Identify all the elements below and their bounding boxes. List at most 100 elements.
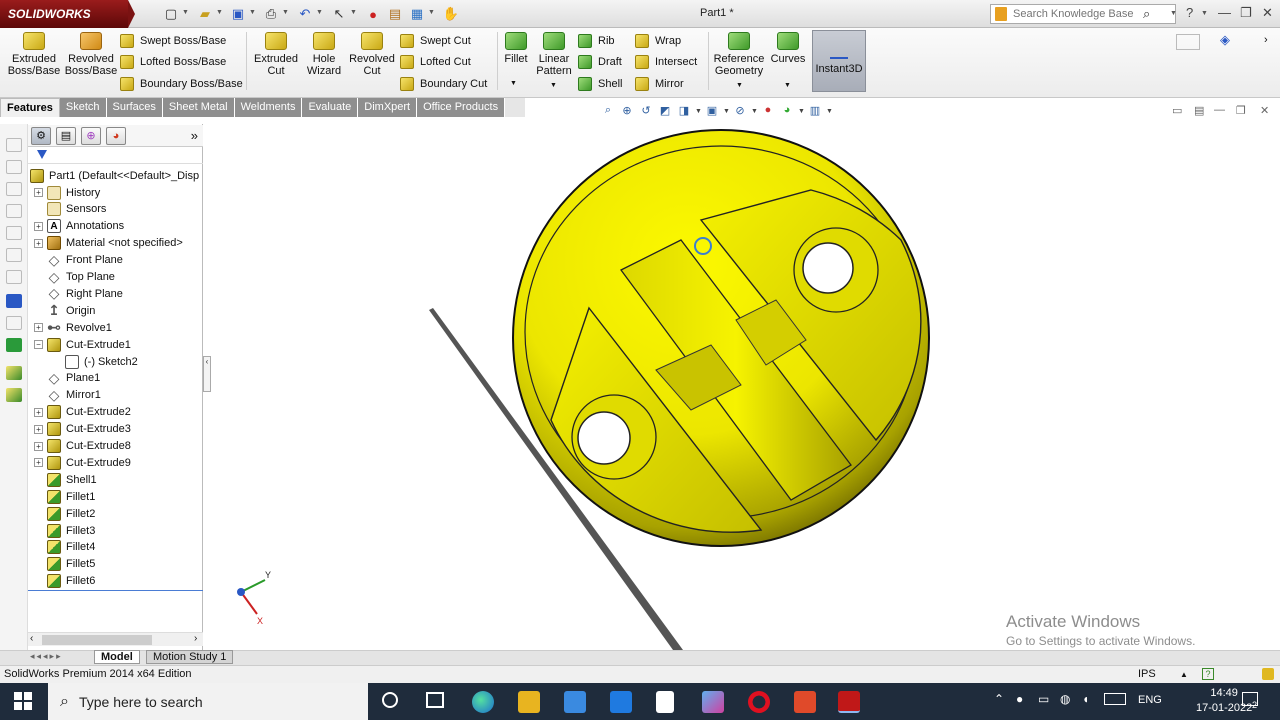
recorder-app-icon[interactable] bbox=[794, 691, 816, 713]
app-icon[interactable] bbox=[702, 691, 724, 713]
tree-item-annotations[interactable]: + A Annotations bbox=[34, 218, 124, 235]
expand-icon[interactable]: + bbox=[34, 323, 43, 333]
tab-sketch[interactable]: Sketch bbox=[59, 98, 107, 117]
tree-item-sensors[interactable]: Sensors bbox=[34, 201, 106, 218]
microsoft-store-icon[interactable] bbox=[564, 691, 586, 713]
hide-show-items-icon[interactable]: ⊘ bbox=[732, 104, 748, 118]
collapse-icon[interactable]: − bbox=[34, 340, 43, 350]
select-cursor-icon[interactable]: ↖ bbox=[330, 5, 348, 23]
chevron-down-icon[interactable]: ▼ bbox=[1170, 10, 1177, 17]
taskbar-search[interactable]: ⌕ Type here to search bbox=[48, 683, 368, 720]
chevron-down-icon[interactable]: ▼ bbox=[784, 82, 791, 89]
scroll-left-icon[interactable]: ‹ bbox=[30, 633, 33, 644]
draft-button[interactable]: Draft bbox=[578, 53, 622, 71]
tab-surfaces[interactable]: Surfaces bbox=[106, 98, 163, 117]
tile-horizontal-icon[interactable]: ▭ bbox=[1172, 104, 1182, 117]
swept-boss-button[interactable]: Swept Boss/Base bbox=[120, 32, 226, 50]
graphics-area[interactable]: Y X bbox=[211, 120, 1280, 650]
tab-office-products[interactable]: Office Products bbox=[417, 98, 506, 117]
keyboard-icon[interactable] bbox=[1104, 693, 1126, 705]
lofted-cut-button[interactable]: Lofted Cut bbox=[400, 53, 471, 71]
document-icon[interactable] bbox=[656, 691, 674, 713]
chevron-down-icon[interactable]: ▼ bbox=[723, 108, 730, 115]
solidworks-logo[interactable]: SOLIDWORKS bbox=[0, 0, 128, 28]
doc-minimize-icon[interactable]: — bbox=[1214, 104, 1225, 116]
tree-item-top-plane[interactable]: ◇ Top Plane bbox=[34, 269, 115, 286]
tile-vertical-icon[interactable]: ▤ bbox=[1194, 104, 1204, 117]
view-settings-icon[interactable]: ▥ bbox=[807, 104, 823, 118]
hole-wizard-button[interactable]: Hole Wizard bbox=[302, 32, 346, 84]
minimize-icon[interactable]: — bbox=[1218, 5, 1231, 20]
fillet-button[interactable]: Fillet bbox=[502, 32, 530, 84]
open-folder-icon[interactable]: ▰ bbox=[196, 5, 214, 23]
tree-item-shell1[interactable]: Shell1 bbox=[34, 471, 97, 488]
sketch-tool-icon[interactable] bbox=[6, 248, 22, 262]
sketch-tool-icon[interactable] bbox=[6, 182, 22, 196]
save-icon[interactable]: ▣ bbox=[229, 5, 247, 23]
display-style-icon[interactable]: ▣ bbox=[704, 104, 720, 118]
tree-item-cut-extrude9[interactable]: + Cut-Extrude9 bbox=[34, 454, 131, 471]
sketch-tool-icon[interactable] bbox=[6, 226, 22, 240]
expand-icon[interactable]: + bbox=[34, 407, 43, 417]
units-indicator[interactable]: IPS bbox=[1138, 666, 1156, 683]
feature-tool-icon[interactable] bbox=[6, 388, 22, 402]
sketch-tool-icon[interactable] bbox=[6, 316, 22, 330]
tree-item-plane1[interactable]: ◇ Plane1 bbox=[34, 370, 101, 387]
tree-item-fillet2[interactable]: Fillet2 bbox=[34, 505, 95, 522]
network-icon[interactable]: ◍ bbox=[1060, 692, 1070, 706]
doc-restore-icon[interactable]: ❐ bbox=[1236, 104, 1246, 117]
tree-item-fillet4[interactable]: Fillet4 bbox=[34, 539, 95, 556]
sketch-tool-icon[interactable] bbox=[6, 270, 22, 284]
print-icon[interactable]: ⎙ bbox=[262, 5, 280, 23]
apply-scene-icon[interactable]: ◕ bbox=[779, 104, 795, 118]
tab-dimxpert[interactable]: DimXpert bbox=[358, 98, 418, 117]
scroll-thumb[interactable] bbox=[42, 635, 152, 645]
relations-icon[interactable] bbox=[6, 338, 22, 352]
pin-icon[interactable] bbox=[1176, 34, 1200, 50]
rebuild-icon[interactable]: ● bbox=[364, 5, 382, 23]
help-status-icon[interactable]: ? bbox=[1202, 668, 1214, 680]
boundary-boss-button[interactable]: Boundary Boss/Base bbox=[120, 75, 243, 93]
restore-icon[interactable]: ❐ bbox=[1240, 5, 1252, 21]
lofted-boss-button[interactable]: Lofted Boss/Base bbox=[120, 53, 226, 71]
language-indicator[interactable]: ENG bbox=[1138, 694, 1162, 706]
instant3d-button[interactable]: Instant3D bbox=[812, 30, 866, 92]
tree-item-mirror1[interactable]: ◇ Mirror1 bbox=[34, 387, 101, 404]
filter-icon[interactable] bbox=[37, 150, 47, 159]
tree-item-material-not-specified[interactable]: + Material <not specified> bbox=[34, 235, 183, 252]
chevron-down-icon[interactable]: ▼ bbox=[695, 108, 702, 115]
tree-item-cut-extrude3[interactable]: + Cut-Extrude3 bbox=[34, 421, 131, 438]
notification-icon[interactable] bbox=[1262, 668, 1274, 680]
customize-icon[interactable]: ✋ bbox=[442, 5, 460, 23]
rib-button[interactable]: Rib bbox=[578, 32, 615, 50]
search-input[interactable] bbox=[1013, 8, 1143, 20]
reference-geometry-button[interactable]: Reference Geometry bbox=[712, 32, 766, 84]
tree-item-fillet3[interactable]: Fillet3 bbox=[34, 522, 95, 539]
linear-pattern-button[interactable]: Linear Pattern bbox=[534, 32, 574, 84]
knowledge-base-search[interactable]: ⌕ bbox=[990, 4, 1176, 24]
chevron-up-icon[interactable]: ▲ bbox=[1180, 666, 1188, 683]
expand-icon[interactable]: + bbox=[34, 188, 43, 197]
cortana-icon[interactable] bbox=[382, 692, 398, 708]
help-icon[interactable]: ? bbox=[1186, 5, 1193, 20]
configuration-manager-tab-icon[interactable]: ⊕ bbox=[81, 126, 101, 145]
revolved-cut-button[interactable]: Revolved Cut bbox=[348, 32, 396, 84]
tree-item-sketch2[interactable]: (-) Sketch2 bbox=[52, 353, 138, 370]
horizontal-scrollbar[interactable]: ‹ › bbox=[28, 632, 203, 646]
tree-item-fillet5[interactable]: Fillet5 bbox=[34, 556, 95, 573]
chevron-down-icon[interactable]: ▼ bbox=[182, 9, 189, 16]
revolved-boss-button[interactable]: Revolved Boss/Base bbox=[64, 32, 118, 84]
tree-item-origin[interactable]: ↥ Origin bbox=[34, 302, 95, 319]
zoom-to-fit-icon[interactable]: ⌕ bbox=[600, 104, 616, 118]
extruded-cut-button[interactable]: Extruded Cut bbox=[252, 32, 300, 84]
chevron-down-icon[interactable]: ▼ bbox=[216, 9, 223, 16]
chevron-down-icon[interactable]: ▼ bbox=[350, 9, 357, 16]
chevron-down-icon[interactable]: ▼ bbox=[316, 9, 323, 16]
sketch-tool-icon[interactable] bbox=[6, 160, 22, 174]
tree-item-cut-extrude2[interactable]: + Cut-Extrude2 bbox=[34, 404, 131, 421]
scroll-right-icon[interactable]: › bbox=[194, 633, 197, 644]
undo-icon[interactable]: ↶ bbox=[296, 5, 314, 23]
edge-browser-icon[interactable] bbox=[472, 691, 494, 713]
search-icon[interactable]: ⌕ bbox=[1143, 6, 1150, 22]
zoom-to-area-icon[interactable]: ⊕ bbox=[619, 104, 635, 118]
